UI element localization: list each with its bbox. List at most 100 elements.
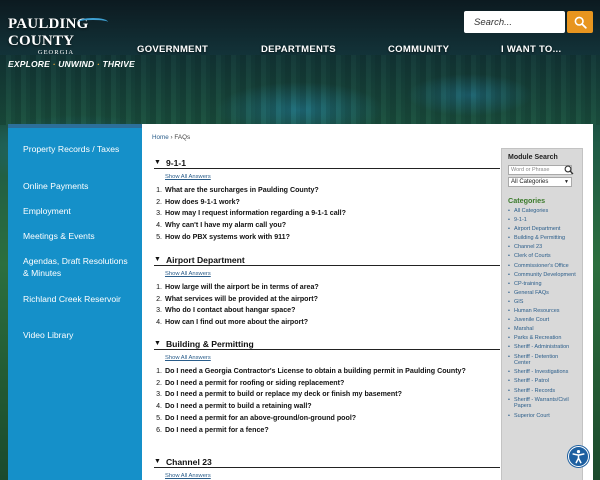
category-link[interactable]: Human Resources [508,308,576,315]
category-link[interactable]: Sheriff - Administration [508,344,576,351]
category-header[interactable]: ▼ Channel 23 [154,457,500,468]
faq-question[interactable]: 6. Do I need a permit for a fence? [154,425,500,437]
faq-question[interactable]: 3. Who do I contact about hangar space? [154,305,500,317]
category-header[interactable]: ▼ Building & Permitting [154,339,500,350]
faq-question-link[interactable]: Do I need a permit to build a retaining … [165,401,312,413]
category-title: Airport Department [165,254,245,265]
module-search-input[interactable]: Word or Phrase [508,165,572,175]
sidebar-item-employment[interactable]: Employment [8,205,142,217]
category-link[interactable]: Channel 23 [508,244,576,251]
accessibility-icon [572,450,585,464]
category-link[interactable]: General FAQs [508,290,576,297]
category-link[interactable]: Community Development [508,272,576,279]
category-link[interactable]: Sheriff - Warrants/Civil Papers [508,397,576,411]
category-link[interactable]: Sheriff - Investigations [508,369,576,376]
sidebar-item-online-payments[interactable]: Online Payments [8,180,142,192]
breadcrumb: Home › FAQs [152,134,190,141]
faq-question[interactable]: 4. Why can't I have my alarm call you? [154,220,500,232]
faq-question[interactable]: 1. How large will the airport be in terms… [154,282,500,294]
nav-community[interactable]: COMMUNITY [388,44,449,55]
faq-question-link[interactable]: Do I need a permit to build or replace m… [165,389,402,401]
tagline-explore: EXPLORE [8,59,51,69]
sidebar-item-video-library[interactable]: Video Library [8,329,142,341]
faq-question[interactable]: 3. Do I need a permit to build or replace… [154,389,500,401]
faq-question[interactable]: 4. How can I find out more about the airp… [154,317,500,329]
module-search-title: Module Search [508,154,558,161]
category-link[interactable]: All Categories [508,208,576,215]
category-link[interactable]: Airport Department [508,226,576,233]
faq-question[interactable]: 1. Do I need a Georgia Contractor's Licen… [154,366,500,378]
faq-question[interactable]: 5. How do PBX systems work with 911? [154,232,500,244]
category-link[interactable]: Marshal [508,326,576,333]
faq-question-link[interactable]: Why can't I have my alarm call you? [165,220,286,232]
county-logo[interactable]: PAULDING COUNTY GEORGIA EXPLORE · UNWIND… [8,16,135,69]
faq-question[interactable]: 2. Do I need a permit for roofing or sidi… [154,378,500,390]
faq-question[interactable]: 5. Do I need a permit for an above-ground… [154,413,500,425]
collapse-triangle-icon: ▼ [154,340,161,347]
faq-question-list: 1. What are the surcharges in Paulding Co… [154,185,500,244]
faq-question-link[interactable]: What services will be provided at the ai… [165,294,318,306]
category-header[interactable]: ▼ Airport Department [154,255,500,266]
faq-question[interactable]: 4. Do I need a permit to build a retainin… [154,401,500,413]
logo-hill-graphic [78,18,108,26]
show-all-answers-link[interactable]: Show All Answers [165,174,500,183]
category-link[interactable]: Sheriff - Patrol [508,378,576,385]
category-link[interactable]: Parks & Recreation [508,335,576,342]
breadcrumb-home[interactable]: Home [152,134,169,141]
category-link[interactable]: Sheriff - Detention Center [508,354,576,368]
search-icon[interactable] [564,165,574,175]
logo-tagline: EXPLORE · UNWIND · THRIVE [8,59,135,69]
faq-question[interactable]: 1. What are the surcharges in Paulding Co… [154,185,500,197]
faq-question-link[interactable]: How can I find out more about the airpor… [165,317,308,329]
faq-question-link[interactable]: Do I need a Georgia Contractor's License… [165,366,466,378]
sidebar-item-agendas[interactable]: Agendas, Draft Resolutions & Minutes [8,255,142,279]
category-link[interactable]: Superior Court [508,413,576,420]
category-title: Channel 23 [165,456,212,467]
category-link[interactable]: Sheriff - Records [508,388,576,395]
faq-question-link[interactable]: Do I need a permit for a fence? [165,425,269,437]
category-link[interactable]: Juvenile Court [508,317,576,324]
category-link[interactable]: Commissioner's Office [508,263,576,270]
faq-question-link[interactable]: How do PBX systems work with 911? [165,232,290,244]
sidebar-item-property-records[interactable]: Property Records / Taxes [8,143,142,155]
category-header[interactable]: ▼ 9-1-1 [154,158,500,169]
tagline-unwind: UNWIND [58,59,95,69]
show-all-answers-link[interactable]: Show All Answers [165,473,500,480]
faq-question-link[interactable]: How may I request information regarding … [165,208,346,220]
category-link[interactable]: GIS [508,299,576,306]
faq-category-channel-23: ▼ Channel 23 Show All Answers [154,457,500,480]
faq-category-911: ▼ 9-1-1 Show All Answers 1. What are the … [154,158,500,244]
tagline-thrive: THRIVE [102,59,135,69]
category-link[interactable]: Clerk of Courts [508,253,576,260]
faq-question-link[interactable]: How large will the airport be in terms o… [165,282,319,294]
faq-question-link[interactable]: How does 9-1-1 work? [165,197,240,209]
category-list: All Categories 9-1-1 Airport Department Bui… [508,208,576,419]
sidebar-quick-links: Property Records / Taxes Online Payments… [8,124,142,480]
nav-departments[interactable]: DEPARTMENTS [261,44,336,55]
category-select[interactable]: All Categories ▼ [508,177,572,187]
tagline-sep: · [52,59,56,69]
nav-i-want-to[interactable]: I WANT TO... [501,44,561,55]
category-link[interactable]: 9-1-1 [508,217,576,224]
faq-question[interactable]: 2. How does 9-1-1 work? [154,197,500,209]
tagline-sep: · [96,59,100,69]
nav-government[interactable]: GOVERNMENT [137,44,208,55]
sidebar-item-meetings-events[interactable]: Meetings & Events [8,230,142,242]
search-input[interactable] [474,11,562,33]
site-search[interactable] [464,11,565,33]
show-all-answers-link[interactable]: Show All Answers [165,271,500,280]
category-link[interactable]: CP-training [508,281,576,288]
faq-question-link[interactable]: What are the surcharges in Paulding Coun… [165,185,319,197]
faq-question-link[interactable]: Do I need a permit for an above-ground/o… [165,413,356,425]
faq-question[interactable]: 2. What services will be provided at the … [154,294,500,306]
faq-question[interactable]: 3. How may I request information regardin… [154,208,500,220]
sidebar-item-richland-creek[interactable]: Richland Creek Reservoir [8,293,142,305]
accessibility-button[interactable] [568,446,589,467]
faq-category-building-permitting: ▼ Building & Permitting Show All Answers… [154,339,500,436]
search-button[interactable] [567,11,593,33]
category-title: 9-1-1 [165,157,186,168]
category-link[interactable]: Building & Permitting [508,235,576,242]
faq-question-link[interactable]: Do I need a permit for roofing or siding… [165,378,344,390]
faq-question-link[interactable]: Who do I contact about hangar space? [165,305,295,317]
show-all-answers-link[interactable]: Show All Answers [165,355,500,364]
